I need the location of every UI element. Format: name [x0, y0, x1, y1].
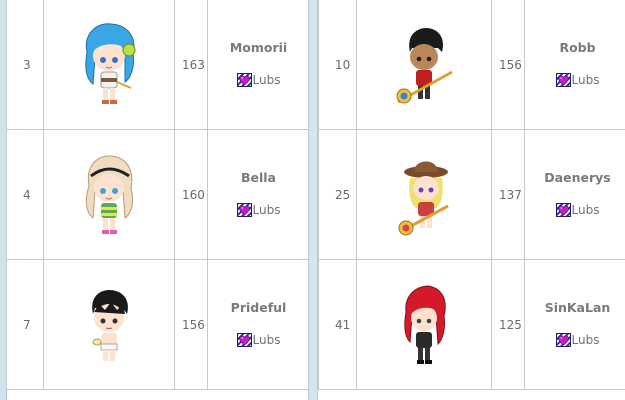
guild-label[interactable]: Lubs — [237, 332, 281, 347]
guild-name: Lubs — [252, 202, 281, 217]
character-info-cell: Momorii Lubs — [207, 0, 310, 130]
character-name[interactable]: Prideful — [208, 300, 309, 315]
blue-haired-girl-avatar — [85, 22, 136, 104]
character-name[interactable]: Daenerys — [525, 170, 625, 185]
character-name[interactable]: Robb — [525, 40, 625, 55]
table-row: 7 156 Prideful Lubs — [6, 259, 310, 390]
level-cell: 137 — [491, 129, 525, 260]
character-info-cell: Prideful Lubs — [207, 259, 310, 390]
table-row: 10 156 Robb Lubs — [318, 0, 625, 130]
guild-emblem-heart-icon — [237, 73, 252, 87]
character-name[interactable]: Momorii — [208, 40, 309, 55]
avatar-cell — [356, 129, 492, 260]
ranking-page: 3 163 Momorii Lubs 4 160 Bella Lubs 7 15… — [0, 0, 625, 400]
blonde-girl-avatar — [85, 154, 134, 234]
guild-emblem-heart-icon — [556, 333, 571, 347]
avatar-cell — [356, 259, 492, 390]
level-cell: 156 — [491, 0, 525, 130]
table-row: 25 137 Daenerys Lubs — [318, 129, 625, 260]
rank-cell: 10 — [318, 0, 357, 130]
guild-name: Lubs — [571, 72, 600, 87]
avatar-cell — [43, 0, 175, 130]
table-row: 4 160 Bella Lubs — [6, 129, 310, 260]
guild-name: Lubs — [571, 332, 600, 347]
level-cell: 156 — [174, 259, 208, 390]
dark-haired-boy-avatar — [92, 289, 128, 361]
ranking-table-right: 10 156 Robb Lubs 25 137 Daenerys Lubs 41… — [318, 0, 625, 390]
red-haired-avatar — [404, 284, 446, 364]
guild-emblem-heart-icon — [556, 203, 571, 217]
avatar-cell — [43, 129, 175, 260]
avatar-cell — [356, 0, 492, 130]
rank-cell: 25 — [318, 129, 357, 260]
staff-wielder-avatar — [396, 27, 453, 103]
character-info-cell: SinKaLan Lubs — [524, 259, 625, 390]
level-cell: 125 — [491, 259, 525, 390]
guild-name: Lubs — [252, 332, 281, 347]
character-name[interactable]: Bella — [208, 170, 309, 185]
ranking-table-left: 3 163 Momorii Lubs 4 160 Bella Lubs 7 15… — [6, 0, 310, 390]
character-name[interactable]: SinKaLan — [525, 300, 625, 315]
guild-name: Lubs — [252, 72, 281, 87]
guild-name: Lubs — [571, 202, 600, 217]
avatar-cell — [43, 259, 175, 390]
table-row: 41 125 SinKaLan Lubs — [318, 259, 625, 390]
level-cell: 163 — [174, 0, 208, 130]
guild-label[interactable]: Lubs — [556, 72, 600, 87]
rank-cell: 3 — [6, 0, 44, 130]
guild-label[interactable]: Lubs — [556, 202, 600, 217]
guild-emblem-heart-icon — [237, 333, 252, 347]
character-info-cell: Daenerys Lubs — [524, 129, 625, 260]
cowboy-hat-girl-avatar — [398, 161, 449, 235]
rank-cell: 41 — [318, 259, 357, 390]
level-cell: 160 — [174, 129, 208, 260]
character-info-cell: Bella Lubs — [207, 129, 310, 260]
table-row: 3 163 Momorii Lubs — [6, 0, 310, 130]
character-info-cell: Robb Lubs — [524, 0, 625, 130]
rank-cell: 7 — [6, 259, 44, 390]
guild-emblem-heart-icon — [556, 73, 571, 87]
guild-label[interactable]: Lubs — [237, 72, 281, 87]
column-divider — [308, 0, 318, 400]
guild-label[interactable]: Lubs — [556, 332, 600, 347]
rank-cell: 4 — [6, 129, 44, 260]
guild-label[interactable]: Lubs — [237, 202, 281, 217]
guild-emblem-heart-icon — [237, 203, 252, 217]
